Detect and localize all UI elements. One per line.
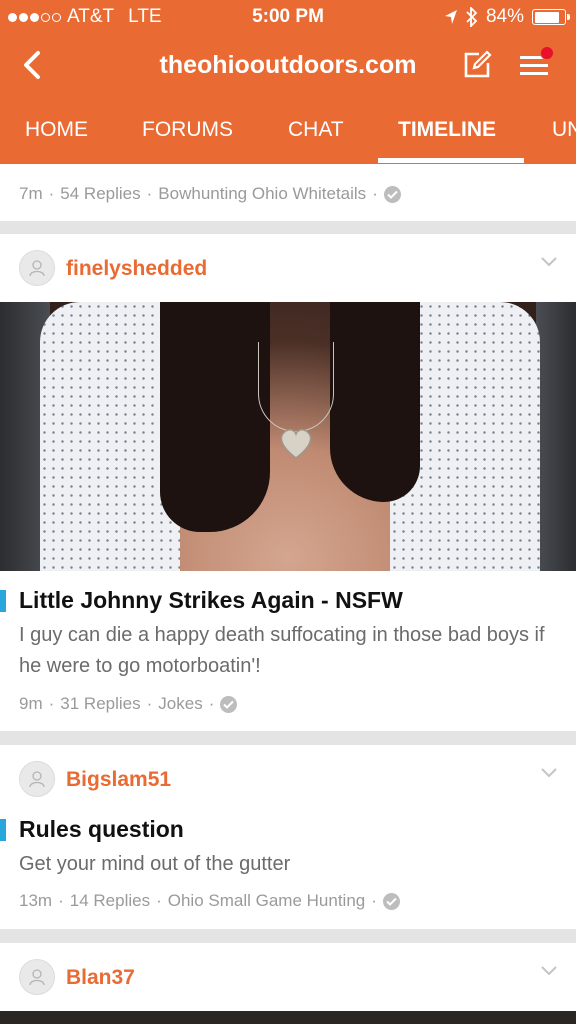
timeline-card[interactable]: Blan37 xyxy=(0,943,576,1024)
user-icon xyxy=(29,969,45,986)
post-forum[interactable]: Ohio Small Game Hunting xyxy=(168,891,365,911)
post-meta: 9m · 31 Replies · Jokes · xyxy=(19,694,238,714)
avatar[interactable] xyxy=(19,250,55,286)
post-title[interactable]: Little Johnny Strikes Again - NSFW xyxy=(19,587,403,614)
avatar[interactable] xyxy=(19,959,55,995)
post-age: 13m xyxy=(19,891,53,910)
compose-icon[interactable] xyxy=(462,50,492,80)
post-meta: 7m · 54 Replies · Bowhunting Ohio Whitetai… xyxy=(19,184,401,204)
navigation-bar: theohiooutdoors.com xyxy=(0,34,576,98)
post-meta: 13m · 14 Replies · Ohio Small Game Hunting… xyxy=(19,891,400,911)
avatar[interactable] xyxy=(19,761,55,797)
chevron-down-icon[interactable] xyxy=(540,767,558,779)
read-check-icon xyxy=(220,695,238,713)
post-replies: 14 Replies xyxy=(69,891,151,910)
timeline-card[interactable]: 7m · 54 Replies · Bowhunting Ohio Whitetai… xyxy=(0,164,576,221)
read-check-icon xyxy=(382,892,400,910)
post-forum[interactable]: Bowhunting Ohio Whitetails xyxy=(158,184,366,204)
battery-percent: 84% xyxy=(485,6,524,27)
post-author[interactable]: Blan37 xyxy=(66,966,135,990)
battery-icon xyxy=(532,9,570,25)
title-accent xyxy=(0,819,6,841)
menu-button[interactable] xyxy=(518,46,554,80)
post-excerpt: Get your mind out of the gutter xyxy=(19,853,291,875)
post-author[interactable]: Bigslam51 xyxy=(66,768,171,792)
user-icon xyxy=(29,260,45,277)
bluetooth-icon xyxy=(466,7,478,27)
post-replies: 54 Replies xyxy=(60,184,141,203)
post-image[interactable] xyxy=(0,302,576,571)
post-image[interactable] xyxy=(0,1011,576,1024)
tab-timeline[interactable]: TIMELINE xyxy=(398,118,496,142)
status-bar: AT&T LTE 5:00 PM 84% xyxy=(0,0,576,34)
tab-chat[interactable]: CHAT xyxy=(288,118,344,142)
post-age: 7m xyxy=(19,184,43,203)
notification-dot xyxy=(540,46,554,60)
chevron-down-icon[interactable] xyxy=(540,965,558,977)
timeline-card[interactable]: Bigslam51 Rules question Get your mind o… xyxy=(0,745,576,929)
post-replies: 31 Replies xyxy=(60,694,141,713)
post-forum[interactable]: Jokes xyxy=(158,694,202,714)
post-age: 9m xyxy=(19,694,43,713)
tab-forums[interactable]: FORUMS xyxy=(142,118,233,142)
tab-unread[interactable]: UN xyxy=(552,118,576,142)
user-icon xyxy=(29,771,45,788)
active-tab-indicator xyxy=(378,158,524,163)
title-accent xyxy=(0,590,6,612)
post-author[interactable]: finelyshedded xyxy=(66,257,207,281)
post-title[interactable]: Rules question xyxy=(19,816,184,843)
chevron-down-icon[interactable] xyxy=(540,256,558,268)
section-tabs: HOME FORUMS CHAT TIMELINE UN xyxy=(0,98,576,164)
read-check-icon xyxy=(383,185,401,203)
location-icon xyxy=(444,10,457,24)
post-excerpt: I guy can die a happy death suffocating … xyxy=(19,624,545,677)
tab-home[interactable]: HOME xyxy=(25,118,88,142)
